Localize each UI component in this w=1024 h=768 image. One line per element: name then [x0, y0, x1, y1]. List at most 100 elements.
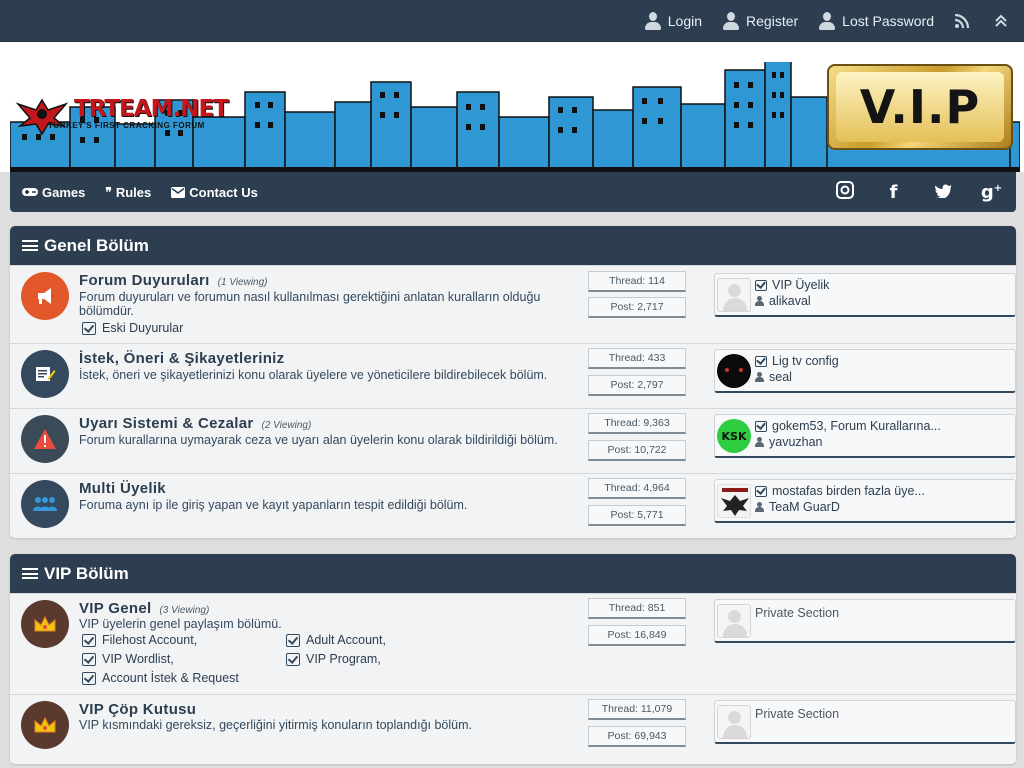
top-bar: Login Register Lost Password [0, 0, 1024, 42]
category-title: VIP Bölüm [44, 563, 129, 583]
user-icon [722, 11, 740, 31]
last-post-box: Private Section [714, 599, 1016, 643]
last-post-box: Private Section [714, 700, 1016, 744]
vip-badge-text: V.I.P [836, 72, 1004, 142]
forum-row: Multi Üyelik Foruma aynı ip ile giriş ya… [10, 473, 1016, 538]
checkbox-icon [755, 279, 767, 291]
checkbox-icon [82, 652, 96, 666]
top-links: Login Register Lost Password [624, 0, 1008, 42]
post-count: Post: 5,771 [588, 505, 686, 526]
scroll-top-icon[interactable] [994, 14, 1008, 28]
post-count: Post: 16,849 [588, 625, 686, 646]
google-plus-icon[interactable]: g+ [967, 182, 1016, 203]
nav-contact-us[interactable]: Contact Us [171, 185, 258, 200]
subforum-link[interactable]: VIP Wordlist, [82, 652, 174, 666]
category-header[interactable]: Genel Bölüm [10, 226, 1016, 265]
forum-description: VIP üyelerin genel paylaşım bölümü. [79, 617, 282, 631]
subforum-link[interactable]: Filehost Account, [82, 633, 197, 647]
forum-title-link[interactable]: İstek, Öneri & Şikayetleriniz [79, 350, 284, 367]
user-icon [818, 11, 836, 31]
subforum-link[interactable]: Adult Account, [286, 633, 386, 647]
user-icon [644, 11, 662, 31]
twitter-icon[interactable] [918, 182, 967, 203]
user-icon [755, 502, 764, 512]
user-icon [755, 437, 764, 447]
checkbox-icon [286, 652, 300, 666]
forum-description: Forum duyuruları ve forumun nasıl kullan… [79, 290, 541, 318]
subforum-link[interactable]: VIP Program, [286, 652, 381, 666]
forum-title-link[interactable]: Forum Duyuruları (1 Viewing) [79, 272, 268, 289]
subforum-link[interactable]: Eski Duyurular [82, 321, 183, 335]
last-post-title-link[interactable]: gokem53, Forum Kurallarına... [755, 419, 941, 433]
facebook-icon[interactable]: f [869, 182, 918, 203]
main-nav: Games ❞ Rules Contact Us f g+ [10, 172, 1016, 212]
forum-title-link[interactable]: Uyarı Sistemi & Cezalar (2 Viewing) [79, 415, 311, 432]
forum-description: İstek, öneri ve şikayetlerinizi konu ola… [79, 368, 548, 382]
eagle-logo-icon [15, 98, 69, 136]
thread-count: Thread: 114 [588, 271, 686, 292]
avatar[interactable]: KSK [717, 419, 751, 453]
category-vip-bolum: VIP Bölüm VIP Genel (3 Viewing) VIP üyele… [10, 554, 1016, 764]
user-icon [755, 372, 764, 382]
envelope-icon [171, 186, 186, 198]
social-links: f g+ [820, 172, 1016, 212]
forum-title-link[interactable]: VIP Genel (3 Viewing) [79, 600, 209, 617]
forum-row: İstek, Öneri & Şikayetleriniz İstek, öne… [10, 343, 1016, 408]
thread-count: Thread: 4,964 [588, 478, 686, 499]
last-post-title-link[interactable]: VIP Üyelik [755, 278, 829, 292]
lost-password-label: Lost Password [842, 13, 934, 29]
register-link[interactable]: Register [722, 11, 798, 31]
users-group-icon [21, 480, 69, 528]
forum-title-link[interactable]: VIP Çöp Kutusu [79, 701, 196, 718]
site-logo[interactable]: TRTEAM.NET TURKEY'S FIRST CRACKING FORUM [14, 92, 264, 142]
last-post-title-link[interactable]: Lig tv config [755, 354, 839, 368]
subforum-link[interactable]: Account İstek & Request [82, 671, 239, 685]
last-post-box: KSK gokem53, Forum Kurallarına... yavuzh… [714, 414, 1016, 458]
avatar [717, 604, 751, 638]
last-post-box: Lig tv config seal [714, 349, 1016, 393]
forum-title-link[interactable]: Multi Üyelik [79, 480, 166, 497]
last-post-user-link[interactable]: seal [755, 370, 792, 384]
category-header[interactable]: VIP Bölüm [10, 554, 1016, 593]
login-label: Login [667, 13, 703, 29]
private-section-label: Private Section [755, 606, 840, 620]
checkbox-icon [755, 420, 767, 432]
last-post-user-link[interactable]: alikaval [755, 294, 811, 308]
thread-count: Thread: 11,079 [588, 699, 686, 720]
crown-icon [21, 600, 69, 648]
forum-description: Foruma aynı ip ile giriş yapan ve kayıt … [79, 498, 468, 512]
megaphone-icon [21, 272, 69, 320]
login-link[interactable]: Login [644, 11, 703, 31]
avatar[interactable] [717, 278, 751, 312]
post-count: Post: 2,717 [588, 297, 686, 318]
viewing-count: (1 Viewing) [217, 277, 268, 288]
nav-games[interactable]: Games [22, 185, 85, 200]
avatar[interactable] [717, 484, 751, 518]
lost-password-link[interactable]: Lost Password [818, 11, 934, 31]
rss-link[interactable] [954, 13, 970, 29]
logo-subtitle: TURKEY'S FIRST CRACKING FORUM [48, 121, 205, 130]
thread-count: Thread: 851 [588, 598, 686, 619]
avatar[interactable] [717, 354, 751, 388]
nav-rules[interactable]: ❞ Rules [105, 185, 151, 200]
last-post-title-link[interactable]: mostafas birden fazla üye... [755, 484, 925, 498]
viewing-count: (3 Viewing) [159, 605, 210, 616]
last-post-user-link[interactable]: TeaM GuarD [755, 500, 840, 514]
checkbox-icon [82, 321, 96, 335]
gamepad-icon [22, 188, 38, 196]
user-icon [755, 296, 764, 306]
forum-description: Forum kurallarına uymayarak ceza ve uyar… [79, 433, 558, 447]
warning-icon [21, 415, 69, 463]
header-banner: TRTEAM.NET TURKEY'S FIRST CRACKING FORUM… [0, 42, 1024, 172]
last-post-user-link[interactable]: yavuzhan [755, 435, 823, 449]
vip-badge[interactable]: V.I.P [827, 64, 1013, 150]
checkbox-icon [755, 355, 767, 367]
instagram-icon[interactable] [820, 180, 869, 204]
forum-description: VIP kısmındaki gereksiz, geçerliğini yit… [79, 718, 472, 732]
checkbox-icon [755, 485, 767, 497]
viewing-count: (2 Viewing) [261, 420, 312, 431]
logo-text: TRTEAM.NET [74, 96, 229, 122]
crown-icon [21, 701, 69, 749]
forum-row: VIP Çöp Kutusu VIP kısmındaki gereksiz, … [10, 694, 1016, 764]
private-section-label: Private Section [755, 707, 840, 721]
